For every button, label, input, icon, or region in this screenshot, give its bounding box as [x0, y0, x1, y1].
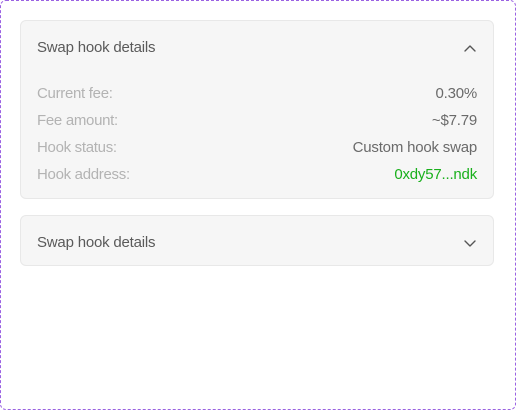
panel-title: Swap hook details: [37, 234, 156, 251]
hook-address-label: Hook address:: [37, 166, 130, 183]
current-fee-value: 0.30%: [435, 85, 477, 102]
hook-status-label: Hook status:: [37, 139, 117, 156]
swap-hook-details-panel-collapsed: Swap hook details: [20, 215, 494, 266]
fee-amount-label: Fee amount:: [37, 112, 118, 129]
swap-hook-details-header-collapsed[interactable]: Swap hook details: [21, 216, 493, 267]
hook-address-link[interactable]: 0xdy57...ndk: [394, 166, 477, 183]
hook-address-row: Hook address: 0xdy57...ndk: [37, 166, 477, 193]
swap-hook-details-panel-expanded: Swap hook details Current fee: 0.30% Fee…: [20, 20, 494, 199]
hook-status-value: Custom hook swap: [352, 139, 478, 156]
current-fee-label: Current fee:: [37, 85, 113, 102]
swap-hook-details-header[interactable]: Swap hook details: [21, 21, 493, 75]
chevron-up-icon[interactable]: [463, 41, 477, 55]
fee-amount-value: ~$7.79: [431, 112, 477, 129]
fee-amount-row: Fee amount: ~$7.79: [37, 112, 477, 139]
panel-title: Swap hook details: [37, 39, 156, 56]
hook-status-row: Hook status: Custom hook swap: [37, 139, 477, 166]
chevron-down-icon[interactable]: [463, 236, 477, 250]
current-fee-row: Current fee: 0.30%: [37, 85, 477, 112]
hook-details-list: Current fee: 0.30% Fee amount: ~$7.79 Ho…: [37, 85, 477, 193]
